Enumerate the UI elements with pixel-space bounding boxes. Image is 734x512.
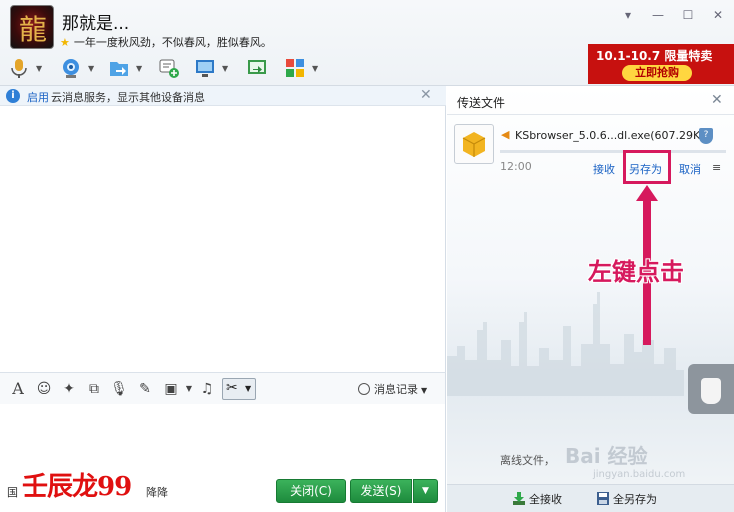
menu-dropdown-button[interactable]: ▾ [620, 8, 636, 22]
scissors-icon: ✂ [226, 380, 238, 396]
close-button[interactable]: 关闭(C) [276, 479, 346, 503]
promo-buy-button[interactable]: 立即抢购 [622, 65, 692, 81]
message-history-label: 消息记录 [374, 383, 418, 396]
font-icon[interactable]: A [9, 380, 27, 398]
save-all-as-label: 全另存为 [613, 493, 657, 506]
close-window-button[interactable]: ✕ [710, 8, 726, 22]
bottom-hint-left: 国 [7, 486, 18, 499]
author-watermark: 壬辰龙99 [22, 472, 132, 502]
promo-banner[interactable]: 10.1-10.7 限量特卖 立即抢购 [588, 44, 734, 84]
shield-icon: ? [699, 128, 713, 144]
chevron-down-icon: ▼ [312, 64, 319, 73]
avatar[interactable]: 龍 [10, 5, 54, 49]
file-transfer-panel: 传送文件 ✕ ◀ KSbrowser_5.0.6...dl.exe(607.29… [447, 86, 734, 512]
chevron-down-icon: ▼ [222, 64, 229, 73]
offline-file-hint: 离线文件， [500, 454, 555, 467]
info-bar-text: 云消息服务，显示其他设备消息 [51, 91, 205, 104]
share-screen-button[interactable] [246, 55, 272, 81]
apps-button[interactable]: ▼ [284, 55, 324, 81]
chevron-down-icon: ▼ [88, 64, 95, 73]
file-name: KSbrowser_5.0.6...dl.exe(607.29KB) [515, 129, 713, 142]
image-icon[interactable]: ▣ [162, 380, 180, 398]
send-file-button[interactable]: ▼ [108, 55, 148, 81]
apps-grid-icon [286, 59, 304, 77]
magic-wand-icon[interactable]: ✦ [60, 380, 78, 398]
save-all-as-button[interactable]: 全另存为 [597, 491, 657, 507]
accept-all-label: 全接收 [529, 493, 562, 506]
star-icon: ★ [60, 36, 70, 49]
incoming-arrow-icon: ◀ [501, 128, 510, 141]
chevron-down-icon[interactable]: ▼ [180, 380, 198, 398]
package-icon [462, 132, 486, 157]
remote-desktop-button[interactable]: ▼ [194, 55, 234, 81]
send-options-dropdown[interactable]: ▼ [413, 479, 438, 503]
signature-text: 一年一度秋风劲，不似春风，胜似春风。 [73, 36, 272, 49]
chevron-down-icon: ▼ [421, 386, 428, 395]
file-transfer-icon [110, 62, 128, 76]
accept-link[interactable]: 接收 [593, 161, 615, 177]
chevron-down-icon: ▼ [36, 64, 43, 73]
chevron-down-icon: ▼ [245, 384, 252, 393]
video-call-button[interactable]: ▼ [60, 55, 100, 81]
panel-title: 传送文件 [457, 96, 506, 110]
clock-icon [358, 383, 370, 395]
dragon-logo-icon: 龍 [18, 13, 47, 46]
promo-headline: 10.1-10.7 限量特卖 [596, 49, 713, 63]
emoji-icon[interactable]: ☺ [35, 380, 53, 398]
device-tab[interactable] [688, 364, 734, 414]
music-icon[interactable]: ♫ [198, 380, 216, 398]
cancel-link[interactable]: 取消 [679, 161, 701, 177]
shake-window-icon[interactable]: ⧉ [85, 380, 103, 398]
minimize-button[interactable]: — [650, 8, 666, 22]
input-toolbar: A ☺ ✦ ⧉ 🎙 ✎ ▣ ▼ ♫ ✂ ▼ 消息记录 ▼ [0, 372, 446, 404]
watermark-url: jingyan.baidu.com [593, 469, 686, 480]
accept-all-button[interactable]: 全接收 [513, 491, 562, 507]
download-icon [513, 492, 525, 505]
contact-name[interactable]: 那就是... [62, 9, 129, 34]
more-options-icon[interactable]: ≡ [712, 161, 721, 174]
voice-call-button[interactable]: ▼ [8, 55, 48, 81]
edit-icon[interactable]: ✎ [136, 380, 154, 398]
usb-device-icon [701, 378, 721, 404]
message-history-button[interactable]: 消息记录 ▼ [358, 381, 427, 397]
transfer-progress-bar [500, 150, 726, 153]
info-icon: i [6, 89, 20, 103]
title-bar: 龍 那就是... ★ 一年一度秋风劲，不似春风，胜似春风。 ▾ — ☐ ✕ 10.… [0, 0, 734, 86]
message-history-area[interactable] [0, 106, 446, 372]
file-time: 12:00 [500, 160, 532, 173]
info-bar: i 启用 云消息服务，显示其他设备消息 ✕ [0, 86, 446, 106]
remote-desktop-icon [196, 60, 214, 77]
microphone-icon [11, 59, 27, 78]
enable-cloud-messages-link[interactable]: 启用 [27, 89, 49, 105]
bottom-hint-right: 降降 [146, 486, 168, 499]
share-screen-icon [248, 60, 266, 74]
send-button[interactable]: 发送(S) [350, 479, 412, 503]
new-chat-icon [159, 59, 179, 78]
chevron-down-icon: ▼ [136, 64, 143, 73]
save-icon [597, 492, 609, 505]
video-camera-icon [63, 59, 79, 78]
new-discussion-button[interactable] [158, 55, 184, 81]
panel-footer: 全接收 全另存为 [447, 484, 734, 512]
file-thumbnail[interactable] [454, 124, 494, 164]
annotation-text: 左键点击 [588, 257, 684, 286]
maximize-button[interactable]: ☐ [680, 8, 696, 22]
watermark-text: Bai 经验 [565, 444, 648, 468]
highlight-box [623, 150, 671, 184]
close-icon[interactable]: ✕ [420, 87, 432, 103]
voice-message-icon[interactable]: 🎙 [110, 380, 128, 398]
screenshot-button[interactable]: ✂ ▼ [222, 378, 256, 400]
close-icon[interactable]: ✕ [711, 92, 723, 108]
bottom-bar: 国 降降 壬辰龙99 关闭(C) 发送(S) ▼ [0, 472, 446, 512]
signature: ★ 一年一度秋风劲，不似春风，胜似春风。 [60, 34, 272, 50]
baidu-jingyan-watermark: Bai 经验 jingyan.baidu.com [565, 440, 685, 480]
divider [447, 114, 734, 115]
